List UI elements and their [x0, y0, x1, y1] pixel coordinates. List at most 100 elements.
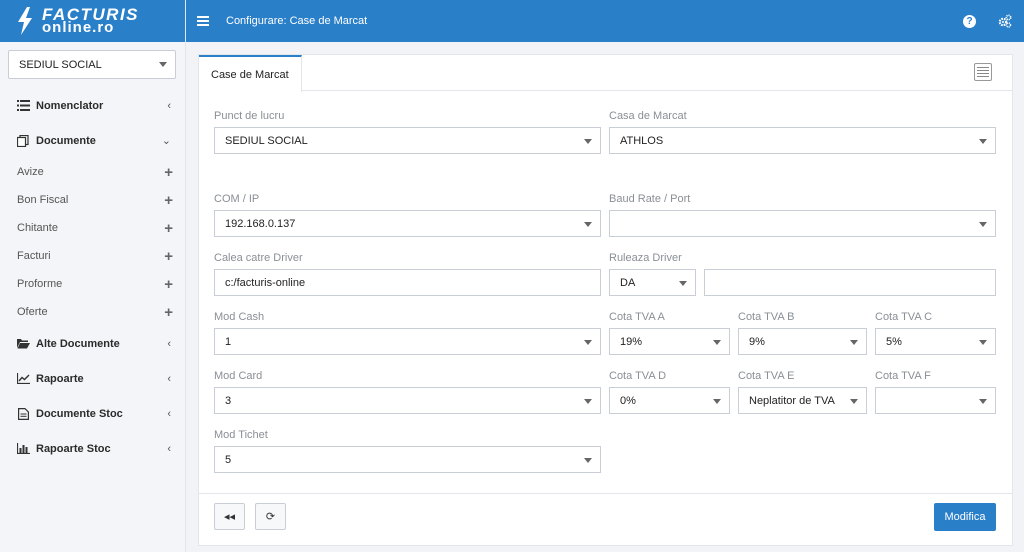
tab-case-de-marcat[interactable]: Case de Marcat [199, 55, 302, 92]
casa-value: ATHLOS [620, 134, 664, 147]
chevron-down-icon [584, 222, 592, 227]
modcash-select[interactable]: 1 [214, 328, 601, 355]
tvaC-value: 5% [886, 335, 902, 348]
punct-value: SEDIUL SOCIAL [225, 134, 308, 147]
tvaB-value: 9% [749, 335, 765, 348]
sidebar-item-rapoarte[interactable]: Rapoarte ‹ [0, 361, 185, 396]
chevron-down-icon [979, 399, 987, 404]
sidebar-subitem-chitante[interactable]: Chitante + [0, 214, 185, 242]
file-text-icon [16, 407, 30, 420]
baud-select[interactable] [609, 210, 996, 237]
tvaC-label: Cota TVA C [875, 311, 933, 323]
chevron-down-icon [584, 139, 592, 144]
sidebar-item-rapoarte-stoc[interactable]: Rapoarte Stoc ‹ [0, 431, 185, 466]
tvaA-label: Cota TVA A [609, 311, 665, 323]
back-button[interactable]: ◂◂ [214, 503, 245, 530]
plus-icon[interactable]: + [164, 164, 173, 181]
chevron-left-icon: ‹ [167, 337, 171, 350]
tvaA-select[interactable]: 19% [609, 328, 730, 355]
chevron-down-icon [979, 139, 987, 144]
com-label: COM / IP [214, 193, 260, 205]
com-select[interactable]: 192.168.0.137 [214, 210, 601, 237]
chevron-down-icon [979, 340, 987, 345]
site-select[interactable]: SEDIUL SOCIAL [8, 50, 176, 79]
sidebar-subitem-label: Oferte [17, 306, 48, 318]
tab-bar: Case de Marcat [199, 55, 1012, 92]
modcard-value: 3 [225, 394, 232, 407]
sidebar-item-label: Rapoarte [36, 372, 84, 385]
sidebar-subitem-bon-fiscal[interactable]: Bon Fiscal + [0, 186, 185, 214]
tvaA-value: 19% [620, 335, 643, 348]
chevron-down-icon [679, 281, 687, 286]
punct-label: Punct de lucru [214, 110, 285, 122]
tvaB-select[interactable]: 9% [738, 328, 867, 355]
sidebar-subitem-proforme[interactable]: Proforme + [0, 270, 185, 298]
sidebar-subitem-oferte[interactable]: Oferte + [0, 298, 185, 326]
ruleaza-label: Ruleaza Driver [609, 252, 682, 264]
sidebar: FACTURIS online.ro SEDIUL SOCIAL Nomencl… [0, 0, 186, 552]
chevron-down-icon [159, 62, 167, 67]
modcard-select[interactable]: 3 [214, 387, 601, 414]
modtichet-label: Mod Tichet [214, 429, 268, 441]
sidebar-item-label: Documente [36, 134, 96, 147]
cogs-icon[interactable] [998, 14, 1012, 28]
folder-open-icon [16, 338, 30, 350]
plus-icon[interactable]: + [164, 192, 173, 209]
sidebar-subitem-label: Chitante [17, 222, 58, 234]
chevron-down-icon [584, 399, 592, 404]
plus-icon[interactable]: + [164, 276, 173, 293]
bar-chart-icon [16, 443, 30, 455]
sidebar-item-documente[interactable]: Documente ⌄ [0, 123, 185, 158]
casa-label: Casa de Marcat [609, 110, 687, 122]
footer-divider [199, 493, 1012, 494]
tvaE-value: Neplatitor de TVA [749, 394, 835, 407]
sidebar-subitem-avize[interactable]: Avize + [0, 158, 185, 186]
page-title: Configurare: Case de Marcat [226, 15, 368, 27]
tvaE-label: Cota TVA E [738, 370, 795, 382]
chevron-down-icon [713, 340, 721, 345]
tvaD-value: 0% [620, 394, 636, 407]
plus-icon[interactable]: + [164, 248, 173, 265]
sidebar-subitem-facturi[interactable]: Facturi + [0, 242, 185, 270]
punct-select[interactable]: SEDIUL SOCIAL [214, 127, 601, 154]
plus-icon[interactable]: + [164, 220, 173, 237]
config-panel: Case de Marcat Punct de lucru SEDIUL SOC… [198, 54, 1013, 546]
chevron-down-icon [584, 340, 592, 345]
tvaD-select[interactable]: 0% [609, 387, 730, 414]
list-view-icon[interactable] [974, 63, 992, 81]
chevron-down-icon [850, 399, 858, 404]
tvaD-label: Cota TVA D [609, 370, 667, 382]
sidebar-item-alte-documente[interactable]: Alte Documente ‹ [0, 326, 185, 361]
tvaF-select[interactable] [875, 387, 996, 414]
tvaB-label: Cota TVA B [738, 311, 795, 323]
chevron-left-icon: ‹ [167, 407, 171, 420]
plus-icon[interactable]: + [164, 304, 173, 321]
casa-select[interactable]: ATHLOS [609, 127, 996, 154]
sidebar-item-documente-stoc[interactable]: Documente Stoc ‹ [0, 396, 185, 431]
help-icon[interactable]: ? [963, 15, 976, 28]
modcard-label: Mod Card [214, 370, 263, 382]
logo[interactable]: FACTURIS online.ro [0, 0, 185, 42]
line-chart-icon [16, 373, 30, 385]
ruleaza-select[interactable]: DA [609, 269, 696, 296]
sidebar-item-label: Alte Documente [36, 337, 120, 350]
modtichet-value: 5 [225, 453, 232, 466]
sidebar-subitem-label: Avize [17, 166, 44, 178]
sidebar-item-label: Rapoarte Stoc [36, 442, 111, 455]
tvaC-select[interactable]: 5% [875, 328, 996, 355]
modtichet-select[interactable]: 5 [214, 446, 601, 473]
baud-label: Baud Rate / Port [609, 193, 691, 205]
driver-input[interactable]: c:/facturis-online [214, 269, 601, 296]
chevron-left-icon: ‹ [167, 99, 171, 112]
logo-icon [18, 7, 32, 35]
ruleaza-value: DA [620, 276, 636, 289]
modifica-button[interactable]: Modifica [934, 503, 996, 531]
refresh-icon: ⟳ [265, 511, 276, 523]
sidebar-subitem-label: Bon Fiscal [17, 194, 69, 206]
hamburger-menu-icon[interactable] [197, 16, 209, 26]
tvaF-label: Cota TVA F [875, 370, 931, 382]
ruleaza-extra-input[interactable] [704, 269, 996, 296]
tvaE-select[interactable]: Neplatitor de TVA [738, 387, 867, 414]
sidebar-item-nomenclator[interactable]: Nomenclator ‹ [0, 88, 185, 123]
refresh-button[interactable]: ⟳ [255, 503, 286, 530]
